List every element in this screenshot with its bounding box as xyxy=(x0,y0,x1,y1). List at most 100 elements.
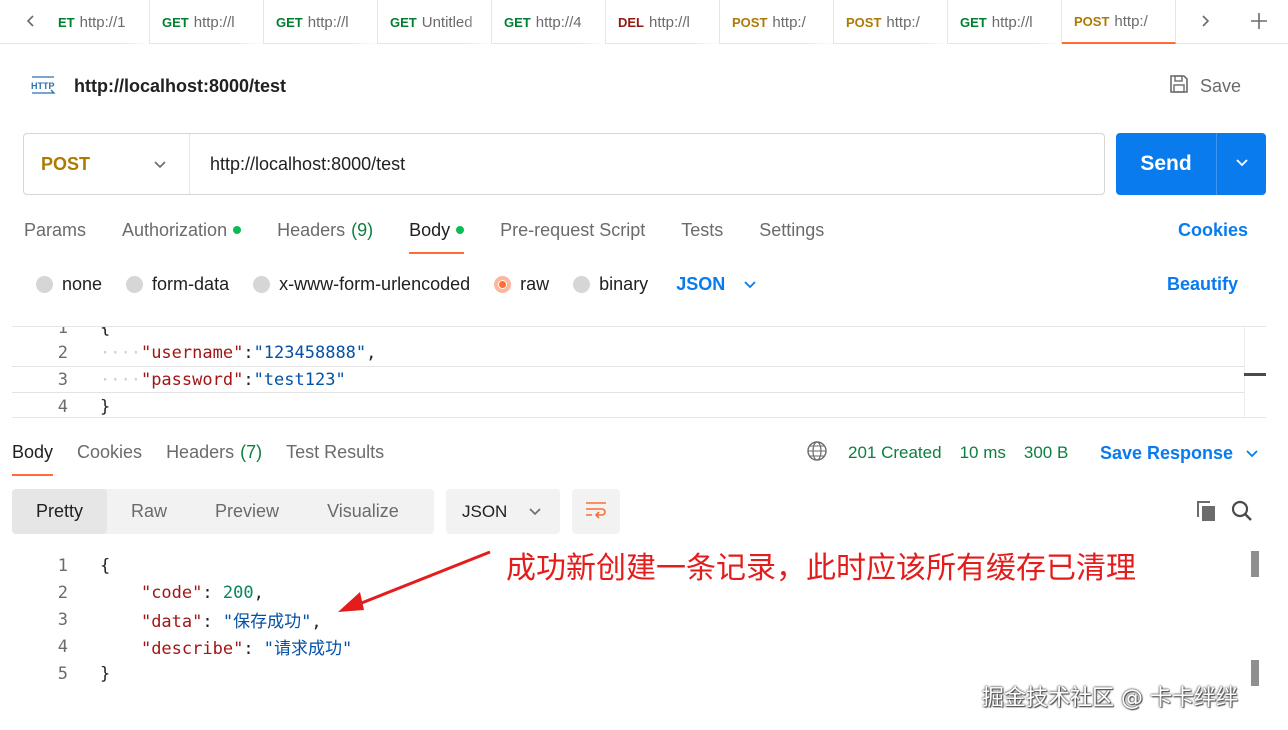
body-language-select[interactable]: JSON xyxy=(676,274,757,295)
tab-item[interactable]: GET http://l xyxy=(264,0,378,44)
tab-bar: ET http://1 GET http://l GET http://l GE… xyxy=(0,0,1288,44)
scrollbar-thumb[interactable] xyxy=(1251,660,1259,686)
status-code[interactable]: 201 Created xyxy=(848,443,942,463)
tab-params[interactable]: Params xyxy=(24,212,86,248)
tab-item[interactable]: GET Untitled xyxy=(378,0,492,44)
globe-icon[interactable] xyxy=(806,440,828,467)
line-number: 1 xyxy=(57,326,68,338)
radio-none[interactable]: none xyxy=(36,274,102,295)
tab-item[interactable]: GET http://4 xyxy=(492,0,606,44)
chevron-down-icon xyxy=(153,154,167,175)
tab-item[interactable]: GET http://l xyxy=(948,0,1062,44)
tab-settings[interactable]: Settings xyxy=(759,212,824,248)
request-tabs-strip: ET http://1 GET http://l GET http://l GE… xyxy=(58,0,1176,44)
tab-label: Test Results xyxy=(286,441,385,462)
chevron-right-icon[interactable] xyxy=(1190,6,1220,36)
format-label: JSON xyxy=(462,501,508,521)
save-response-label: Save Response xyxy=(1100,442,1234,463)
tab-url: http:/ xyxy=(886,13,920,31)
tab-method: DEL xyxy=(618,14,644,30)
tab-authorization[interactable]: Authorization xyxy=(122,212,242,248)
radio-raw[interactable]: raw xyxy=(494,274,549,295)
tab-headers[interactable]: Headers (9) xyxy=(277,212,373,248)
json-key: "password" xyxy=(140,369,244,390)
response-meta: 201 Created 10 ms 300 B xyxy=(806,440,1086,466)
save-button[interactable]: Save xyxy=(1168,72,1241,100)
cookies-link[interactable]: Cookies xyxy=(1178,220,1248,241)
tab-item[interactable]: GET http://l xyxy=(150,0,264,44)
code-text: { xyxy=(100,555,111,576)
tab-response-body[interactable]: Body xyxy=(12,434,54,476)
tab-item[interactable]: POST http:/ xyxy=(720,0,834,44)
code-text: } xyxy=(100,663,111,684)
json-value: "保存成功" xyxy=(222,612,312,632)
line-number: 4 xyxy=(57,636,68,657)
tab-label: Settings xyxy=(759,219,825,240)
tab-pre-request-script[interactable]: Pre-request Script xyxy=(500,212,645,248)
tab-label: Cookies xyxy=(77,441,143,462)
save-response-button[interactable]: Save Response xyxy=(1100,440,1259,466)
response-time[interactable]: 10 ms xyxy=(960,443,1006,463)
line-number: 2 xyxy=(57,582,68,603)
code-line-current: 3 ····"password":"test123" xyxy=(12,366,1244,393)
json-key: "username" xyxy=(140,342,244,363)
send-options-button[interactable] xyxy=(1216,133,1266,195)
tab-test-results[interactable]: Test Results xyxy=(286,434,384,470)
tab-url: http://l xyxy=(307,13,349,31)
tab-url: http://l xyxy=(193,13,235,31)
plus-icon[interactable] xyxy=(1244,6,1274,36)
tab-response-cookies[interactable]: Cookies xyxy=(77,434,142,470)
editor-scrollbar[interactable] xyxy=(1244,327,1266,417)
request-body-editor[interactable]: 1 { 2 ····"username":"123458888", 3 ····… xyxy=(12,326,1266,418)
chevron-left-icon[interactable] xyxy=(16,6,46,36)
send-button-group: Send xyxy=(1116,133,1266,195)
radio-binary[interactable]: binary xyxy=(573,274,648,295)
tab-url: http:/ xyxy=(1114,12,1148,30)
line-number: 2 xyxy=(57,342,68,363)
view-pretty[interactable]: Pretty xyxy=(12,489,108,534)
radio-label: raw xyxy=(520,273,550,294)
tab-item[interactable]: ET http://1 xyxy=(58,0,150,44)
search-icon[interactable] xyxy=(1230,499,1254,523)
view-raw[interactable]: Raw xyxy=(107,489,191,534)
tab-body[interactable]: Body xyxy=(409,212,465,254)
tab-tests[interactable]: Tests xyxy=(681,212,723,248)
radio-circle xyxy=(253,275,271,293)
tab-item[interactable]: POST http:/ xyxy=(834,0,948,44)
radio-urlencoded[interactable]: x-www-form-urlencoded xyxy=(253,274,470,295)
tab-label: Pre-request Script xyxy=(500,219,646,240)
watermark: 掘金技术社区 @ 卡卡绊绊 xyxy=(982,686,1238,711)
response-size[interactable]: 300 B xyxy=(1024,443,1068,463)
tab-method: GET xyxy=(276,14,303,30)
beautify-button[interactable]: Beautify xyxy=(1167,274,1238,295)
line-number: 3 xyxy=(57,369,68,390)
tab-method: GET xyxy=(390,14,417,30)
response-view-switcher: Pretty Raw Preview Visualize xyxy=(12,489,434,534)
tab-method: GET xyxy=(960,14,987,30)
tab-url: http://l xyxy=(991,13,1033,31)
view-visualize[interactable]: Visualize xyxy=(303,489,423,534)
svg-text:HTTP: HTTP xyxy=(31,81,55,91)
radio-circle xyxy=(36,275,53,293)
tab-label: Authorization xyxy=(122,219,228,240)
tab-response-headers[interactable]: Headers (7) xyxy=(166,434,262,470)
http-icon: HTTP xyxy=(30,74,58,98)
headers-count: (7) xyxy=(240,441,263,462)
code-text: } xyxy=(100,396,111,417)
copy-icon[interactable] xyxy=(1194,499,1218,523)
tab-label: Params xyxy=(24,219,87,240)
wrap-lines-button[interactable] xyxy=(572,489,620,534)
chevron-down-icon xyxy=(743,274,757,295)
json-key: "code" xyxy=(140,582,203,603)
save-icon xyxy=(1168,73,1190,100)
url-input[interactable] xyxy=(190,134,1104,194)
view-preview[interactable]: Preview xyxy=(191,489,303,534)
tab-item[interactable]: DEL http://l xyxy=(606,0,720,44)
code-line: 4 "describe": "请求成功" xyxy=(12,633,1232,660)
response-format-select[interactable]: JSON xyxy=(446,489,560,534)
send-button[interactable]: Send xyxy=(1116,133,1216,195)
scrollbar-thumb[interactable] xyxy=(1251,551,1259,577)
radio-form-data[interactable]: form-data xyxy=(126,274,229,295)
tab-item-active[interactable]: POST http:/ xyxy=(1062,0,1176,44)
method-select[interactable]: POST xyxy=(24,134,190,194)
